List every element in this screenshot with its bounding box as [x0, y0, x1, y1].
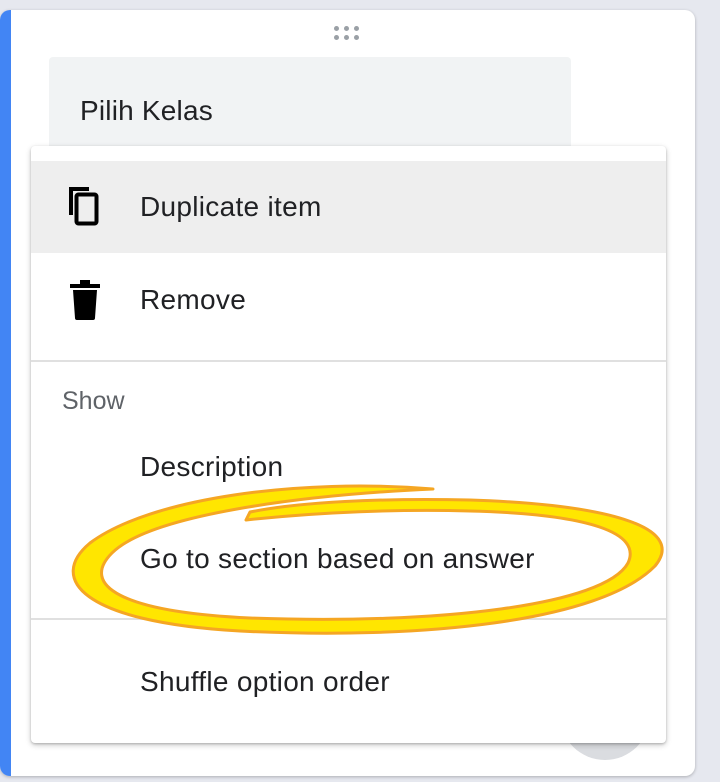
menu-divider — [31, 360, 666, 362]
drag-handle-icon[interactable] — [334, 26, 364, 44]
menu-item-label: Remove — [140, 284, 247, 315]
show-section-header: Show — [62, 387, 125, 415]
question-title-field[interactable]: Pilih Kelas — [49, 57, 571, 157]
more-options-menu: Duplicate item Remove Show Description G… — [31, 146, 666, 743]
question-title: Pilih Kelas — [80, 95, 213, 126]
menu-item-label: Duplicate item — [140, 191, 322, 222]
menu-item-description[interactable]: Description — [31, 421, 666, 513]
menu-item-label: Go to section based on answer — [140, 543, 535, 574]
active-card-accent-bar — [0, 10, 11, 776]
menu-item-duplicate[interactable]: Duplicate item — [31, 161, 666, 253]
menu-divider — [31, 618, 666, 620]
menu-item-remove[interactable]: Remove — [31, 254, 666, 346]
menu-item-go-to-section[interactable]: Go to section based on answer — [31, 513, 666, 605]
copy-icon — [63, 185, 107, 229]
menu-item-shuffle[interactable]: Shuffle option order — [31, 636, 666, 728]
trash-icon — [63, 278, 107, 322]
menu-item-label: Description — [140, 451, 284, 482]
menu-item-label: Shuffle option order — [140, 666, 390, 697]
